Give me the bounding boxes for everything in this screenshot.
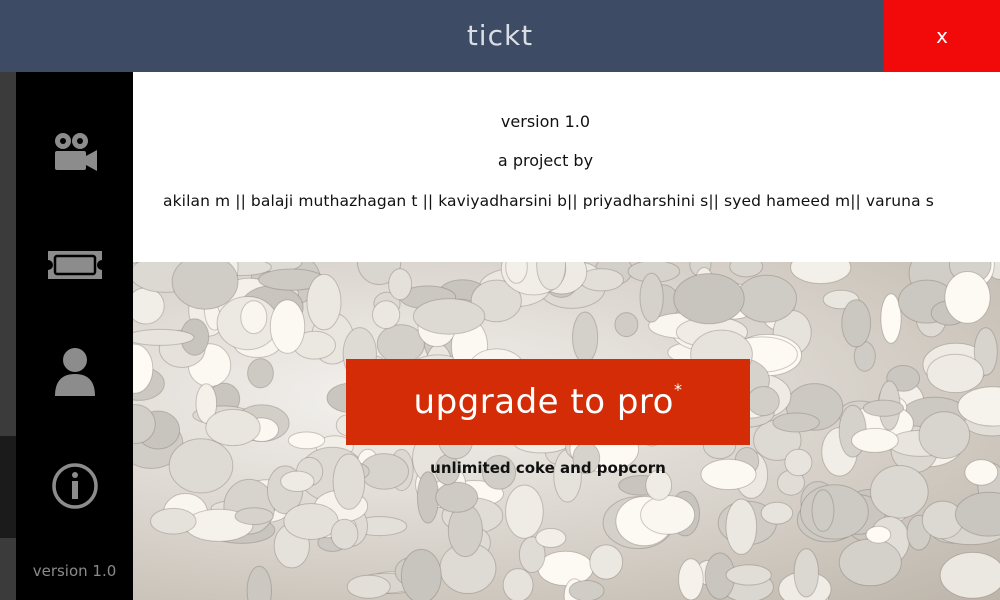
- app-title: tickt: [466, 19, 534, 52]
- info-icon: [51, 463, 98, 509]
- about-version: version 1.0: [500, 112, 591, 131]
- about-panel: version 1.0 a project by akilan m || bal…: [133, 72, 1000, 262]
- movie-camera-icon: [54, 133, 97, 171]
- sidebar-active-indicator: [0, 436, 16, 538]
- sidebar-version-label: version 1.0: [32, 562, 117, 580]
- upgrade-button-label: upgrade to pro: [413, 382, 674, 422]
- sidebar-item-movies[interactable]: [16, 102, 133, 202]
- sidebar-item-tickets[interactable]: [16, 215, 133, 315]
- sidebar: version 1.0: [16, 72, 133, 600]
- close-button[interactable]: x: [884, 0, 1000, 72]
- sidebar-item-profile[interactable]: [16, 322, 133, 422]
- ticket-icon: [47, 251, 102, 279]
- about-authors: akilan m || balaji muthazhagan t || kavi…: [163, 192, 934, 210]
- user-icon: [54, 348, 95, 396]
- upgrade-button-asterisk: *: [673, 380, 683, 399]
- sidebar-edge-strip: [0, 72, 16, 600]
- upgrade-subtitle: unlimited coke and popcorn: [430, 459, 666, 477]
- about-project-by: a project by: [497, 151, 594, 170]
- sidebar-item-about[interactable]: [16, 436, 133, 536]
- upgrade-to-pro-button[interactable]: upgrade to pro*: [346, 359, 750, 445]
